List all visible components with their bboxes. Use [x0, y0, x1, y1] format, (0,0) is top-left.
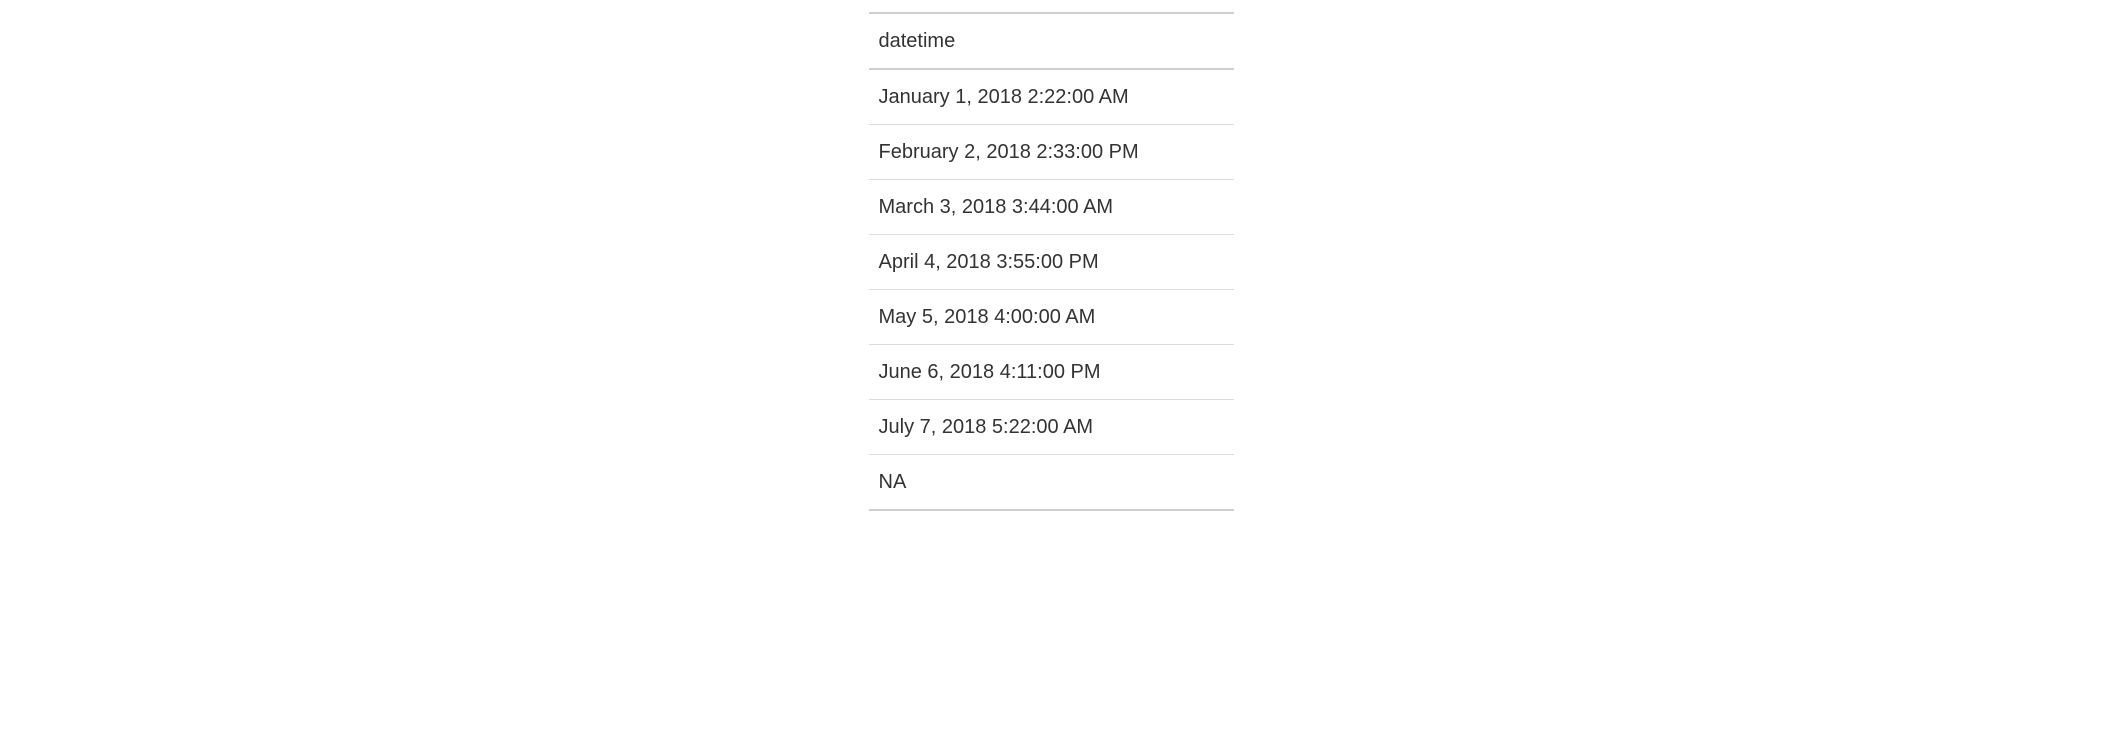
table-row: February 2, 2018 2:33:00 PM	[869, 125, 1234, 180]
table-header-row: datetime	[869, 13, 1234, 69]
table-row: May 5, 2018 4:00:00 AM	[869, 290, 1234, 345]
table-row: June 6, 2018 4:11:00 PM	[869, 345, 1234, 400]
datetime-cell: March 3, 2018 3:44:00 AM	[869, 180, 1234, 235]
datetime-cell: NA	[869, 455, 1234, 511]
table-row: March 3, 2018 3:44:00 AM	[869, 180, 1234, 235]
datetime-cell: January 1, 2018 2:22:00 AM	[869, 69, 1234, 125]
datetime-cell: February 2, 2018 2:33:00 PM	[869, 125, 1234, 180]
datetime-cell: May 5, 2018 4:00:00 AM	[869, 290, 1234, 345]
table-row: NA	[869, 455, 1234, 511]
datetime-cell: July 7, 2018 5:22:00 AM	[869, 400, 1234, 455]
table-row: July 7, 2018 5:22:00 AM	[869, 400, 1234, 455]
table-row: April 4, 2018 3:55:00 PM	[869, 235, 1234, 290]
datetime-table-container: datetime January 1, 2018 2:22:00 AM Febr…	[869, 12, 1234, 511]
datetime-cell: June 6, 2018 4:11:00 PM	[869, 345, 1234, 400]
datetime-table: datetime January 1, 2018 2:22:00 AM Febr…	[869, 12, 1234, 511]
datetime-cell: April 4, 2018 3:55:00 PM	[869, 235, 1234, 290]
column-header-datetime: datetime	[869, 13, 1234, 69]
table-row: January 1, 2018 2:22:00 AM	[869, 69, 1234, 125]
